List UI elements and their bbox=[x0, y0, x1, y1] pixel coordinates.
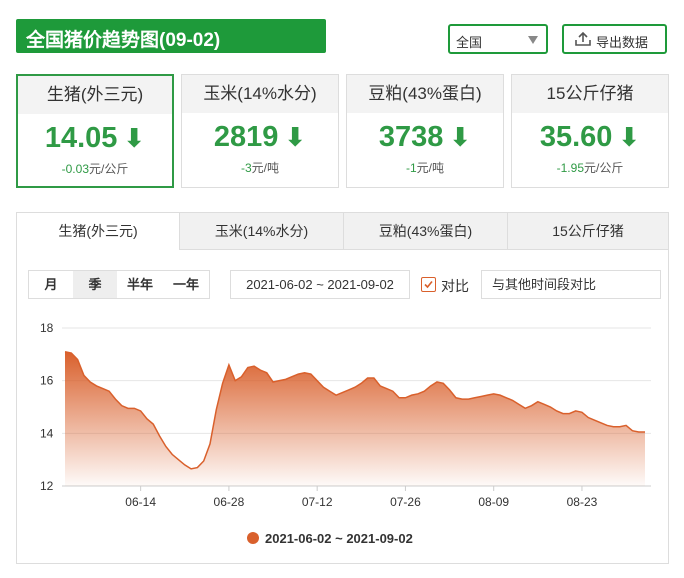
card-unit: 元/公斤 bbox=[584, 161, 624, 175]
x-tick-label: 07-12 bbox=[302, 495, 333, 509]
price-card-corn[interactable]: 玉米(14%水分) 2819 ⬇ -3元/吨 bbox=[181, 74, 339, 188]
region-select[interactable]: 全国 bbox=[448, 24, 548, 54]
card-change-row: -1元/吨 bbox=[347, 159, 503, 176]
card-price-row: 3738 ⬇ bbox=[347, 121, 503, 154]
card-change-row: -1.95元/公斤 bbox=[512, 159, 668, 176]
x-tick-label: 08-09 bbox=[478, 495, 509, 509]
price-card-hog[interactable]: 生猪(外三元) 14.05 ⬇ -0.03元/公斤 bbox=[16, 74, 174, 188]
upload-icon bbox=[575, 31, 591, 46]
export-data-button[interactable]: 导出数据 bbox=[562, 24, 667, 54]
card-price-row: 14.05 ⬇ bbox=[18, 122, 172, 155]
y-tick-label: 18 bbox=[40, 321, 54, 335]
arrow-down-icon: ⬇ bbox=[618, 122, 641, 152]
chevron-down-icon bbox=[528, 36, 538, 44]
card-unit: 元/公斤 bbox=[89, 162, 129, 176]
x-tick-label: 06-14 bbox=[125, 495, 156, 509]
page-title: 全国猪价趋势图(09-02) bbox=[26, 30, 221, 51]
price-card-piglet[interactable]: 15公斤仔猪 35.60 ⬇ -1.95元/公斤 bbox=[511, 74, 669, 188]
card-price: 35.60 bbox=[539, 121, 613, 153]
arrow-down-icon: ⬇ bbox=[123, 123, 146, 153]
price-card-soymeal[interactable]: 豆粕(43%蛋白) 3738 ⬇ -1元/吨 bbox=[346, 74, 504, 188]
card-unit: 元/吨 bbox=[416, 161, 444, 175]
title-bar: 全国猪价趋势图(09-02) bbox=[16, 19, 326, 53]
card-change-row: -0.03元/公斤 bbox=[18, 160, 172, 177]
y-tick-label: 14 bbox=[40, 426, 54, 440]
card-name: 豆粕(43%蛋白) bbox=[347, 75, 503, 113]
card-change: -0.03 bbox=[61, 162, 89, 176]
card-name: 15公斤仔猪 bbox=[512, 75, 668, 113]
card-name: 生猪(外三元) bbox=[18, 76, 172, 114]
card-price-row: 2819 ⬇ bbox=[182, 121, 338, 154]
card-name: 玉米(14%水分) bbox=[182, 75, 338, 113]
price-trend-chart: 12 14 16 18 06-14 06-28 07-12 07-26 08-09 08-23 bbox=[40, 321, 651, 509]
card-price: 3738 bbox=[378, 121, 444, 153]
series-area bbox=[65, 351, 645, 486]
card-price: 14.05 bbox=[44, 122, 118, 154]
arrow-down-icon: ⬇ bbox=[284, 122, 307, 152]
legend-label: 2021-06-02 ~ 2021-09-02 bbox=[265, 531, 413, 546]
x-tick-label: 08-23 bbox=[567, 495, 598, 509]
card-change: -1 bbox=[405, 161, 417, 175]
x-tick-label: 06-28 bbox=[214, 495, 245, 509]
x-tick-label: 07-26 bbox=[390, 495, 421, 509]
region-value: 全国 bbox=[456, 35, 483, 50]
card-price-row: 35.60 ⬇ bbox=[512, 121, 668, 154]
chart-legend[interactable]: 2021-06-02 ~ 2021-09-02 bbox=[247, 531, 413, 546]
y-tick-label: 16 bbox=[40, 374, 54, 388]
y-tick-label: 12 bbox=[40, 479, 54, 493]
card-change: -1.95 bbox=[556, 161, 584, 175]
export-label: 导出数据 bbox=[596, 35, 649, 50]
card-change: -3 bbox=[240, 161, 252, 175]
card-change-row: -3元/吨 bbox=[182, 159, 338, 176]
card-price: 2819 bbox=[213, 121, 279, 153]
chart-panel: 生猪(外三元) 玉米(14%水分) 豆粕(43%蛋白) 15公斤仔猪 月 季 半… bbox=[16, 212, 669, 564]
card-unit: 元/吨 bbox=[251, 161, 279, 175]
legend-dot bbox=[247, 532, 259, 544]
arrow-down-icon: ⬇ bbox=[449, 122, 472, 152]
